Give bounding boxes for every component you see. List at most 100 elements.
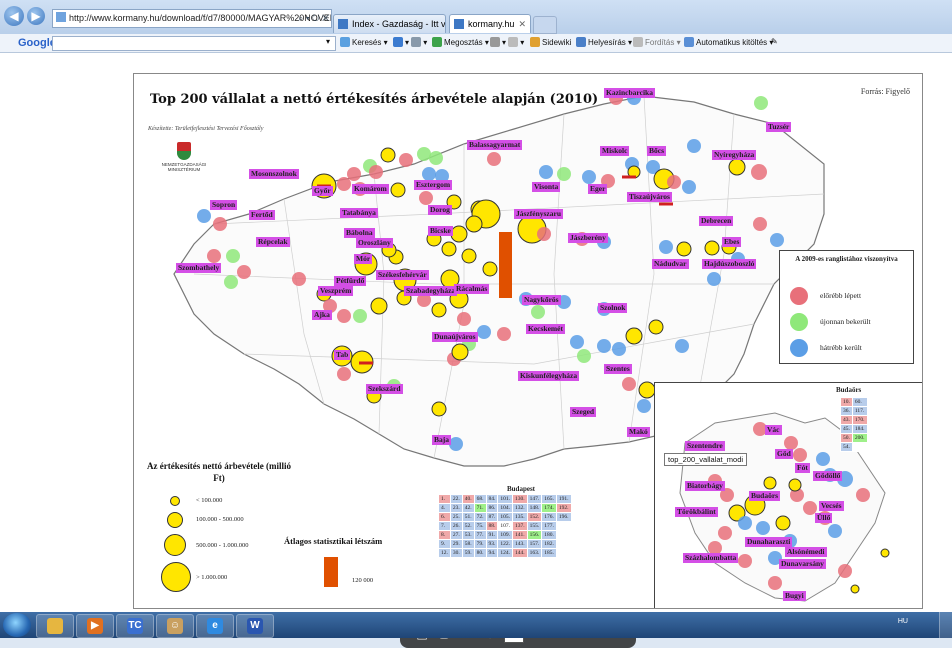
toolbar-translate[interactable]: Fordítás ▾ [633,37,681,47]
google-search-input[interactable] [52,36,336,51]
company-marker [612,342,626,356]
revenue-label: 500.000 - 1.000.000 [196,542,249,549]
table-cell: 7. [438,521,451,531]
taskbar-media[interactable]: ▶ [76,614,114,638]
start-button[interactable] [3,613,31,637]
company-marker [237,265,251,279]
forward-button[interactable]: ▶ [27,7,45,25]
table-cell: 72. [473,512,487,522]
company-marker [422,167,436,181]
ministry-logo: NEMZETGAZDASÁGI MINISZTÉRIUM [154,142,214,172]
city-label: Répcelak [256,237,290,247]
company-marker [370,297,388,315]
table-cell: 8. [438,530,451,540]
table-cell: 88. [485,521,499,531]
commander-icon: TC [127,618,143,634]
toolbar-nav-icons[interactable]: ▾ ▾ [393,37,427,47]
taskbar: ▶ TC ☺ e W HU [0,612,952,638]
table-cell: 4. [438,503,451,513]
table-cell [555,548,572,558]
back-button[interactable]: ◀ [4,6,24,26]
city-label: Székesfehérvár [376,270,429,280]
company-marker [207,249,221,263]
new-tab-button[interactable] [533,16,557,34]
table-cell: 156. [526,530,543,540]
toolbar-share[interactable]: Megosztás ▾ [432,37,489,47]
table-cell: 137. [512,521,528,531]
table-cell: 9. [438,539,451,549]
city-label: Kecskemét [526,324,565,334]
taskbar-totalcmd[interactable]: TC [116,614,154,638]
table-cell: 51. [461,512,475,522]
show-desktop-button[interactable] [939,612,952,638]
company-marker [622,377,636,391]
company-marker [597,339,611,353]
company-marker [431,302,447,318]
company-marker [728,158,746,176]
taskbar-explorer[interactable] [36,614,74,638]
search-dropdown-icon[interactable]: ▾ [326,37,330,46]
company-marker [429,151,443,165]
table-cell: 163. [526,548,543,558]
legend-label: újonnan bekerült [820,317,871,326]
inset-city-label: Dunaharaszti [745,537,793,547]
tab-close-icon[interactable]: ✕ [518,15,526,33]
city-label: Rácalmás [454,284,490,294]
city-label: Szentes [604,364,632,374]
city-label: Balassagyarmat [467,140,523,150]
table-cell: 25. [449,512,463,522]
rank-minus-marker [659,202,673,206]
table-row: 54. [840,442,868,452]
city-label: Makó [627,427,650,437]
company-marker [667,175,681,189]
table-cell: 77. [473,530,487,540]
toolbar-spellcheck[interactable]: Helyesírás ▾ [576,37,632,47]
company-marker [449,437,463,451]
city-label: Nádudvar [652,259,689,269]
table-cell: 53. [461,530,475,540]
ie-icon: e [207,618,223,634]
menu-icon [508,37,519,47]
language-indicator[interactable]: HU [898,618,908,625]
table-row: 4. 23. 42. 71. 86. 104. 132. 148. 174. 192. [438,503,572,513]
pencil-icon[interactable]: ✎ [771,37,778,46]
table-cell: 12. [438,548,451,558]
browser-tab-bar: ◀ ▶ http://www.kormany.hu/download/f/d7/… [0,0,952,34]
taskbar-word[interactable]: W [236,614,274,638]
table-cell: 42. [461,503,475,513]
inset-city-label: Bugyi [783,591,806,601]
company-marker [197,209,211,223]
table-cell: 79. [473,539,487,549]
toolbar-sidewiki[interactable]: Sidewiki [530,37,571,47]
taskbar-ie[interactable]: e [196,614,234,638]
tab-index[interactable]: Index - Gazdaság - Itt van Mat... [333,14,446,33]
table-cell: 152. [526,512,543,522]
address-bar[interactable]: http://www.kormany.hu/download/f/d7/8000… [52,9,332,28]
table-row: 7. 26. 52. 75. 88. 107. 137. 155. 177. [438,521,572,531]
inset-company-marker [775,515,791,531]
table-cell: 155. [526,521,543,531]
bookmark-icon [411,37,422,47]
table-cell: 170. [851,415,868,425]
toolbar-search[interactable]: Keresés ▾ [340,37,388,47]
company-marker [369,165,383,179]
table-cell: 182. [541,539,557,549]
address-actions-icon[interactable]: ⌕ ▾ ↻ ✕ [298,10,329,27]
toolbar-label: Automatikus kitöltés [696,38,768,47]
table-cell: 40. [461,494,475,504]
city-label: Ajka [312,310,332,320]
inset-map [679,412,890,602]
tab-kormany[interactable]: kormany.hu ✕ [449,14,531,33]
pdf-viewer: Top 200 vállalat a nettó értékesítés árb… [0,53,952,648]
taskbar-app[interactable]: ☺ [156,614,194,638]
tooltip: top_200_vallalat_modi [664,453,748,466]
table-row: 8. 27. 53. 77. 91. 109. 141. 156. 180. [438,530,572,540]
budapest-title: Budapest [507,485,536,493]
inset-company-marker [880,548,890,558]
table-cell: 117. [851,406,868,416]
toolbar-autofill[interactable]: Automatikus kitöltés ▾ [684,37,773,47]
budapest-rank-table: 1. 22. 40. 68. 84. 101. 130. 147. 165. 191. 4. 23. 4… [438,494,572,558]
company-marker [638,381,656,399]
city-label: Nagykőrös [522,295,561,305]
toolbar-misc-icons[interactable]: ▾ ▾ [490,37,524,47]
